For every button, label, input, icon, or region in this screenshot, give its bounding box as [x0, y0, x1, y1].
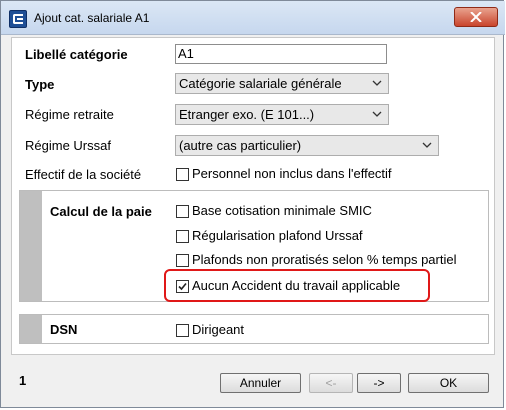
dialog-window: Ajout cat. salariale A1 Libellé catégori…: [0, 0, 505, 408]
plafonds-checkbox[interactable]: [176, 254, 189, 267]
type-label: Type: [25, 77, 55, 92]
chevron-down-icon: [422, 142, 432, 148]
window-title: Ajout cat. salariale A1: [34, 11, 150, 25]
effectif-checkbox[interactable]: [176, 168, 189, 181]
chevron-down-icon: [372, 111, 382, 117]
option-label: Régularisation plafond Urssaf: [192, 228, 363, 243]
group-side-bar: [20, 315, 42, 343]
form-panel: Libellé catégorie A1 Type Catégorie sala…: [11, 37, 495, 355]
title-bar[interactable]: Ajout cat. salariale A1: [1, 1, 505, 35]
option-label: Plafonds non proratisés selon % temps pa…: [192, 252, 457, 267]
type-select[interactable]: Catégorie salariale générale: [175, 73, 389, 94]
dsn-title: DSN: [50, 322, 78, 337]
group-side-bar: [20, 191, 42, 301]
close-icon: [470, 12, 482, 22]
cancel-button[interactable]: Annuler: [220, 373, 301, 393]
ok-button[interactable]: OK: [408, 373, 489, 393]
option-label: Base cotisation minimale SMIC: [192, 203, 372, 218]
effectif-checkbox-label: Personnel non inclus dans l'effectif: [192, 166, 392, 181]
regime-retraite-label: Régime retraite: [25, 107, 114, 122]
dsn-group: DSN: [19, 314, 489, 344]
close-button[interactable]: [454, 7, 498, 27]
regime-urssaf-value: (autre cas particulier): [179, 138, 302, 153]
calcul-paie-title: Calcul de la paie: [50, 204, 152, 219]
app-icon: [9, 10, 27, 28]
previous-button[interactable]: <-: [309, 373, 353, 393]
next-button[interactable]: ->: [357, 373, 401, 393]
regime-retraite-value: Etranger exo. (E 101...): [179, 107, 315, 122]
type-value: Catégorie salariale générale: [179, 76, 342, 91]
page-number: 1: [19, 373, 27, 388]
highlight-box: [164, 269, 430, 302]
libelle-input[interactable]: A1: [175, 44, 387, 64]
footer-bar: 1 Annuler <- -> OK: [1, 361, 505, 407]
dirigeant-checkbox[interactable]: [176, 324, 189, 337]
base-smic-checkbox[interactable]: [176, 205, 189, 218]
effectif-label: Effectif de la société: [25, 167, 142, 182]
libelle-label: Libellé catégorie: [25, 47, 128, 62]
regularisation-checkbox[interactable]: [176, 230, 189, 243]
chevron-down-icon: [372, 80, 382, 86]
regime-retraite-select[interactable]: Etranger exo. (E 101...): [175, 104, 389, 125]
regime-urssaf-select[interactable]: (autre cas particulier): [175, 135, 439, 156]
dirigeant-label: Dirigeant: [192, 322, 245, 337]
regime-urssaf-label: Régime Urssaf: [25, 138, 111, 153]
